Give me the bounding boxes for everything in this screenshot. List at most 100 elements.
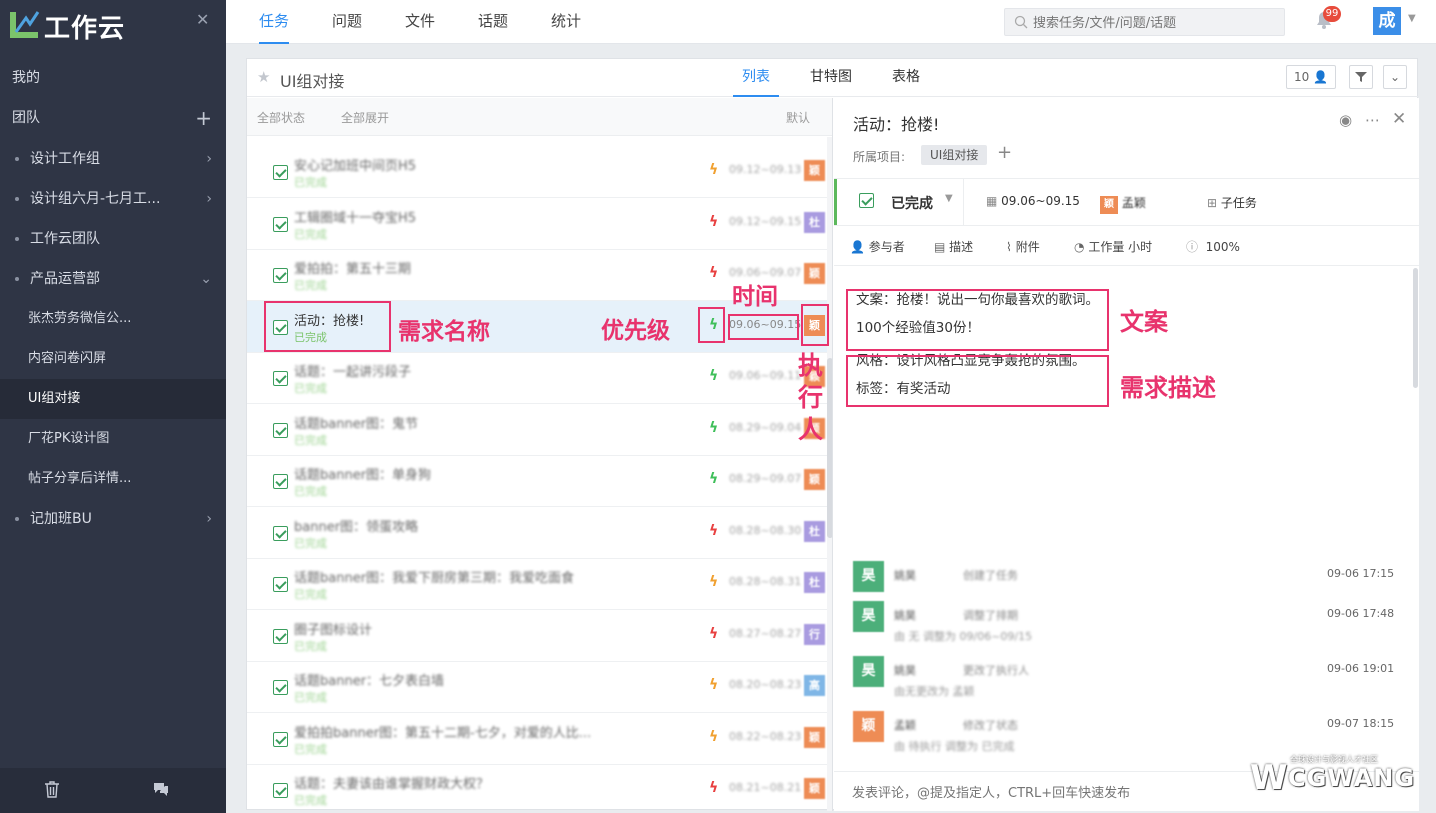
sidebar-item-product-ops[interactable]: 产品运营部 ⌄ bbox=[0, 259, 226, 299]
trash-icon[interactable] bbox=[44, 780, 60, 798]
assignee-avatar[interactable]: 颖 bbox=[804, 366, 825, 387]
progress-field[interactable]: ⓘ 100% bbox=[1186, 238, 1240, 255]
activity-avatar[interactable]: 昊 bbox=[853, 561, 884, 592]
task-row[interactable]: 爱拍拍：第五十三期 已完成 ϟ 09.06~09.07 颖 bbox=[247, 249, 827, 301]
sidebar-item-ui-group[interactable]: UI组对接 bbox=[0, 379, 226, 419]
task-row[interactable]: 工辑圈域十一夺宝H5 已完成 ϟ 09.12~09.15 杜 bbox=[247, 198, 827, 250]
eye-icon[interactable]: ◉ bbox=[1339, 111, 1352, 129]
assignee-avatar[interactable]: 颖 bbox=[804, 263, 825, 284]
description-body[interactable]: 文案：抢楼！说出一句你最喜欢的歌词。 100个经验值30份！ 风格：设计风格凸显… bbox=[846, 276, 1406, 486]
sort-default[interactable]: 默认 bbox=[786, 109, 810, 126]
task-row[interactable]: 话题：一起讲污段子 已完成 ϟ 09.06~09.11 颖 bbox=[247, 352, 827, 404]
tab-topics[interactable]: 话题 bbox=[478, 0, 508, 44]
filter-status[interactable]: 全部状态 bbox=[257, 109, 305, 126]
participants-button[interactable]: 👤 参与者 bbox=[850, 238, 905, 255]
assignee-field[interactable]: 颖 孟颖 bbox=[1100, 194, 1146, 214]
priority-bolt-icon[interactable]: ϟ bbox=[709, 626, 718, 642]
comment-input[interactable] bbox=[852, 782, 1252, 804]
sidebar-item-workcloud-team[interactable]: 工作云团队 bbox=[0, 219, 226, 259]
assignee-avatar[interactable]: 颖 bbox=[804, 314, 825, 336]
task-row[interactable]: 圈子图标设计 已完成 ϟ 08.27~08.27 行 bbox=[247, 610, 827, 662]
priority-bolt-icon[interactable]: ϟ bbox=[709, 729, 718, 745]
checkbox-icon[interactable] bbox=[273, 783, 288, 798]
checkbox-icon[interactable] bbox=[273, 216, 288, 232]
activity-avatar[interactable]: 颖 bbox=[853, 711, 884, 742]
priority-bolt-icon[interactable]: ϟ bbox=[709, 780, 718, 796]
assignee-avatar[interactable]: 颖 bbox=[804, 726, 825, 748]
priority-bolt-icon[interactable]: ϟ bbox=[709, 420, 718, 436]
sidebar-item-mine[interactable]: 我的 bbox=[0, 58, 226, 98]
add-team-icon[interactable]: + bbox=[195, 98, 212, 138]
more-icon[interactable]: ⋯ bbox=[1365, 111, 1380, 129]
checkbox-icon[interactable] bbox=[273, 525, 288, 541]
assignee-avatar[interactable]: 颖 bbox=[804, 778, 825, 799]
close-icon[interactable]: ✕ bbox=[1392, 109, 1406, 129]
assignee-avatar[interactable]: 颖 bbox=[804, 417, 825, 439]
task-row[interactable]: 爱拍拍banner图：第五十二期-七夕，对爱的人比... 已完成 ϟ 08.22~08… bbox=[247, 713, 827, 765]
project-tag[interactable]: UI组对接 bbox=[921, 145, 988, 165]
filter-button[interactable] bbox=[1349, 65, 1373, 89]
sidebar-item-design-june-july[interactable]: 设计组六月-七月工... › bbox=[0, 179, 226, 219]
logo[interactable]: 工作云 bbox=[0, 0, 226, 50]
assignee-avatar[interactable]: 颖 bbox=[804, 469, 825, 490]
sidebar-item-project[interactable]: 厂花PK设计图 bbox=[0, 419, 226, 459]
checkbox-icon[interactable] bbox=[273, 680, 288, 695]
priority-bolt-icon[interactable]: ϟ bbox=[709, 677, 718, 693]
checkbox-icon[interactable] bbox=[273, 268, 288, 283]
view-tab-table[interactable]: 表格 bbox=[892, 59, 920, 97]
search-box[interactable] bbox=[1004, 8, 1285, 36]
chat-icon[interactable] bbox=[152, 780, 170, 798]
sidebar-item-project[interactable]: 张杰劳务微信公... bbox=[0, 299, 226, 339]
tab-files[interactable]: 文件 bbox=[405, 0, 435, 44]
sidebar-item-team[interactable]: 团队 + bbox=[0, 98, 226, 138]
checkbox-icon[interactable] bbox=[273, 628, 288, 644]
user-avatar[interactable]: 成 bbox=[1373, 7, 1401, 35]
tab-issues[interactable]: 问题 bbox=[332, 0, 362, 44]
priority-bolt-icon[interactable]: ϟ bbox=[709, 214, 718, 230]
search-input[interactable] bbox=[1033, 13, 1278, 33]
priority-bolt-icon[interactable]: ϟ bbox=[709, 162, 718, 178]
caret-down-icon[interactable]: ▼ bbox=[1408, 13, 1416, 24]
close-icon[interactable]: ✕ bbox=[196, 10, 209, 29]
sidebar-item-overtime-bu[interactable]: 记加班BU › bbox=[0, 499, 226, 539]
expand-all[interactable]: 全部展开 bbox=[341, 109, 389, 126]
checkbox-icon[interactable] bbox=[273, 731, 288, 747]
sidebar-item-design-group[interactable]: 设计工作组 › bbox=[0, 139, 226, 179]
subtask-button[interactable]: ⊞ 子任务 bbox=[1207, 194, 1257, 211]
detail-scrollbar[interactable] bbox=[1413, 268, 1418, 388]
members-button[interactable]: 10 👤 bbox=[1286, 65, 1336, 89]
assignee-avatar[interactable]: 杜 bbox=[804, 211, 825, 233]
task-row[interactable]: 话题banner图：单身狗 已完成 ϟ 08.29~09.07 颖 bbox=[247, 455, 827, 507]
task-row[interactable]: 话题banner图：我爱下厨房第三期：我爱吃面食 已完成 ϟ 08.28~08.31 杜 bbox=[247, 558, 827, 610]
assignee-avatar[interactable]: 高 bbox=[804, 675, 825, 696]
activity-avatar[interactable]: 昊 bbox=[853, 601, 884, 632]
task-row[interactable]: 话题banner图：鬼节 已完成 ϟ 08.29~09.04 颖 bbox=[247, 404, 827, 456]
description-button[interactable]: ▤ 描述 bbox=[934, 238, 973, 255]
attachment-button[interactable]: ⌇ 附件 bbox=[1006, 238, 1040, 255]
priority-bolt-icon[interactable]: ϟ bbox=[709, 471, 718, 487]
sidebar-item-project[interactable]: 帖子分享后详情... bbox=[0, 459, 226, 499]
date-range[interactable]: ▦ 09.06~09.15 bbox=[986, 194, 1080, 208]
checkbox-icon[interactable] bbox=[273, 319, 288, 335]
assignee-avatar[interactable]: 杜 bbox=[804, 520, 825, 542]
view-tab-list[interactable]: 列表 bbox=[733, 59, 779, 97]
activity-avatar[interactable]: 昊 bbox=[853, 656, 884, 687]
task-row[interactable]: 话题：夫妻该由谁掌握财政大权？ 已完成 ϟ 08.21~08.21 颖 bbox=[247, 764, 827, 811]
status-dropdown[interactable]: 已完成 ▼ bbox=[834, 179, 964, 225]
assignee-avatar[interactable]: 行 bbox=[804, 623, 825, 645]
star-icon[interactable]: ★ bbox=[257, 68, 270, 86]
task-row[interactable]: 安心记加班中间页H5 已完成 ϟ 09.12~09.13 颖 bbox=[247, 146, 827, 198]
checkbox-icon[interactable] bbox=[273, 371, 288, 386]
assignee-avatar[interactable]: 杜 bbox=[804, 572, 825, 593]
assignee-avatar[interactable]: 颖 bbox=[804, 160, 825, 181]
task-row[interactable]: 话题banner：七夕表白墙 已完成 ϟ 08.20~08.23 高 bbox=[247, 661, 827, 713]
task-row[interactable]: banner图：领蛋攻略 已完成 ϟ 08.28~08.30 杜 bbox=[247, 507, 827, 559]
view-tab-gantt[interactable]: 甘特图 bbox=[810, 59, 852, 97]
priority-bolt-icon[interactable]: ϟ bbox=[709, 317, 718, 333]
scrollbar-thumb[interactable] bbox=[827, 358, 832, 538]
checkbox-icon[interactable] bbox=[273, 422, 288, 438]
priority-bolt-icon[interactable]: ϟ bbox=[709, 523, 718, 539]
tab-stats[interactable]: 统计 bbox=[551, 0, 581, 44]
workload-button[interactable]: ◔ 工作量 小时 bbox=[1074, 238, 1152, 255]
priority-bolt-icon[interactable]: ϟ bbox=[709, 574, 718, 590]
